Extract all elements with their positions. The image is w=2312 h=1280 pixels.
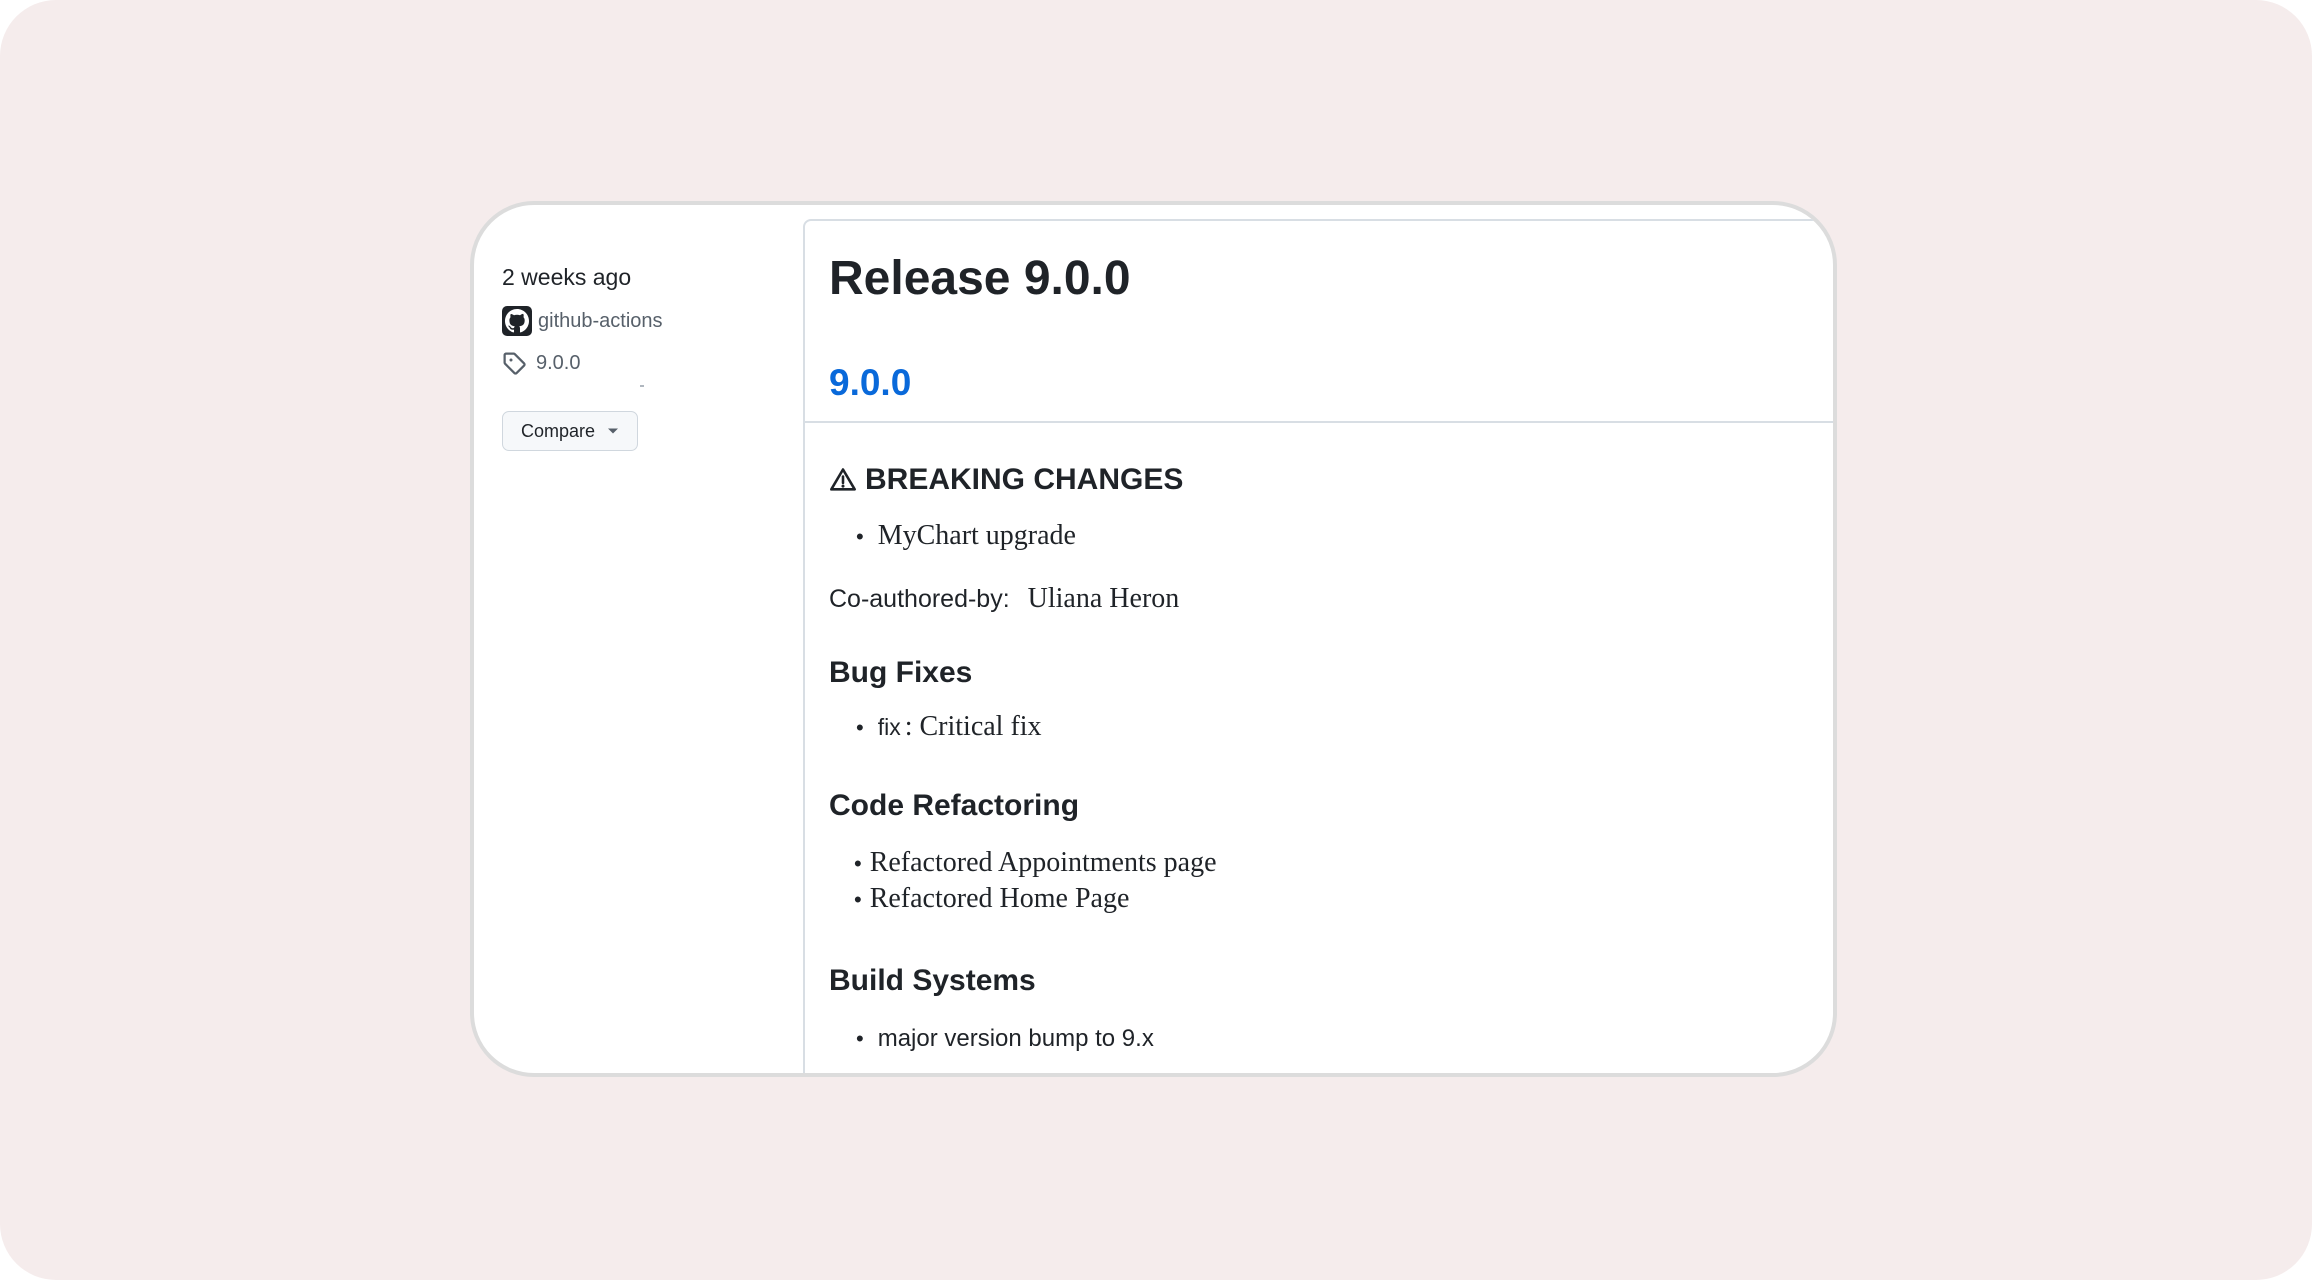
list-item-text: MyChart upgrade [877, 520, 1076, 551]
commit-type: fix [877, 714, 901, 740]
release-card: 2 weeks ago github-actions 9.0.0 Compare [470, 201, 1837, 1077]
heading-bug-fixes: Bug Fixes [829, 656, 973, 689]
release-body: Release 9.0.0 9.0.0 BREAKING CHANGES • M… [803, 219, 1833, 1073]
author-name[interactable]: github-actions [538, 310, 663, 333]
release-sidebar: 2 weeks ago github-actions 9.0.0 Compare [502, 261, 792, 451]
tag-name[interactable]: 9.0.0 [536, 352, 580, 375]
caret-down-icon [607, 427, 619, 435]
heading-breaking-text: BREAKING CHANGES [865, 463, 1184, 496]
tiny-mark [640, 385, 644, 387]
coauthor-label: Co-authored-by: [829, 585, 1010, 613]
list-item-text: : Critical fix [904, 711, 1042, 742]
bullet: • [856, 524, 864, 549]
compare-label: Compare [521, 420, 596, 441]
list-item-text: Refactored Appointments page [869, 847, 1217, 878]
heading-breaking-changes: BREAKING CHANGES [829, 461, 1183, 499]
list-item: • Refactored Appointments page [854, 847, 1217, 879]
bullet: • [856, 715, 864, 740]
list-item: • Refactored Home Page [854, 883, 1129, 915]
bullet: • [856, 1026, 864, 1051]
github-mark-icon[interactable] [502, 306, 532, 336]
tag-icon [502, 351, 526, 375]
heading-code-refactoring: Code Refactoring [829, 789, 1080, 822]
version-link[interactable]: 9.0.0 [829, 359, 911, 407]
list-item: • MyChart upgrade [856, 520, 1076, 552]
list-item-text: Refactored Home Page [869, 883, 1130, 914]
coauthor-line: Co-authored-by: Uliana Heron [829, 583, 1179, 615]
list-item: • major version bump to 9.x [856, 1025, 1154, 1053]
release-title: Release 9.0.0 [829, 252, 1131, 305]
alert-icon [829, 466, 857, 494]
list-item: • fix : Critical fix [856, 711, 1042, 743]
bullet: • [854, 887, 862, 912]
list-item-text: major version bump to 9.x [877, 1025, 1154, 1052]
compare-button[interactable]: Compare [502, 411, 639, 451]
bullet: • [854, 851, 862, 876]
divider [805, 421, 1833, 423]
tag-row[interactable]: 9.0.0 [502, 349, 792, 387]
release-time: 2 weeks ago [502, 264, 632, 290]
coauthor-name: Uliana Heron [1027, 583, 1180, 614]
heading-build-systems: Build Systems [829, 964, 1036, 997]
author-row[interactable]: github-actions [502, 305, 792, 337]
